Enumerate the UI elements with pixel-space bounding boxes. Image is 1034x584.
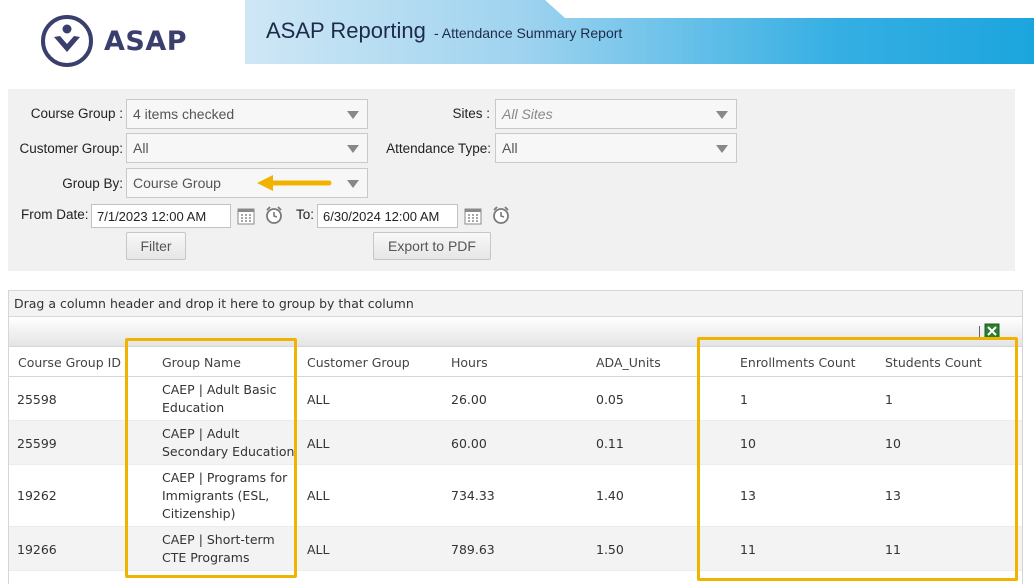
group-drop-area[interactable]: Drag a column header and drop it here to… — [9, 291, 1022, 317]
cell-hours: 789.63 — [451, 542, 495, 557]
sites-select[interactable]: All Sites — [495, 99, 737, 129]
cell-ada-units: 1.40 — [596, 488, 624, 503]
page-title: ASAP Reporting — [266, 18, 426, 43]
page-subtitle: - Attendance Summary Report — [434, 25, 623, 41]
from-date-input[interactable]: 7/1/2023 12:00 AM — [91, 204, 231, 228]
cell-ada-units: 1.50 — [596, 542, 624, 557]
cell-course-group-id: 25598 — [17, 392, 57, 407]
highlight-box-group-name — [125, 338, 297, 578]
attendance-type-select[interactable]: All — [495, 133, 737, 163]
customer-group-select[interactable]: All — [126, 133, 368, 163]
calendar-icon[interactable] — [463, 206, 483, 226]
cell-customer-group: ALL — [307, 542, 330, 557]
cell-hours: 60.00 — [451, 436, 487, 451]
column-header-course-group-id[interactable]: Course Group ID — [18, 355, 121, 370]
cell-customer-group: ALL — [307, 392, 330, 407]
dropdown-caret-icon — [716, 145, 728, 153]
customer-group-label: Customer Group: — [19, 141, 123, 156]
column-header-ada-units[interactable]: ADA_Units — [596, 355, 661, 370]
cell-course-group-id: 19262 — [17, 488, 57, 503]
cell-ada-units: 0.11 — [596, 436, 624, 451]
dropdown-caret-icon — [716, 111, 728, 119]
dropdown-caret-icon — [347, 145, 359, 153]
cell-customer-group: ALL — [307, 436, 330, 451]
course-group-select[interactable]: 4 items checked — [126, 99, 368, 129]
to-date-input[interactable]: 6/30/2024 12:00 AM — [317, 204, 458, 228]
highlight-box-counts — [697, 337, 1018, 581]
column-header-customer-group[interactable]: Customer Group — [307, 355, 410, 370]
logo-text: ASAP — [104, 25, 188, 57]
calendar-icon[interactable] — [236, 206, 256, 226]
cell-hours: 734.33 — [451, 488, 495, 503]
asap-logo: ASAP — [40, 14, 200, 68]
clock-icon[interactable] — [491, 205, 511, 225]
group-by-label: Group By: — [62, 176, 123, 191]
export-pdf-button[interactable]: Export to PDF — [373, 232, 491, 260]
filter-button[interactable]: Filter — [126, 232, 186, 260]
heart-logo-icon — [41, 15, 93, 67]
arrow-annotation-icon — [257, 175, 332, 191]
cell-customer-group: ALL — [307, 488, 330, 503]
column-header-hours[interactable]: Hours — [451, 355, 488, 370]
cell-course-group-id: 25599 — [17, 436, 57, 451]
course-group-label: Course Group : — [30, 106, 123, 121]
dropdown-caret-icon — [347, 180, 359, 188]
dropdown-caret-icon — [347, 111, 359, 119]
cell-hours: 26.00 — [451, 392, 487, 407]
attendance-type-label: Attendance Type: — [386, 141, 491, 156]
from-date-label: From Date: — [21, 207, 89, 222]
sites-label: Sites : — [452, 106, 490, 121]
to-date-label: To: — [296, 207, 315, 222]
clock-icon[interactable] — [264, 205, 284, 225]
cell-ada-units: 0.05 — [596, 392, 624, 407]
cell-course-group-id: 19266 — [17, 542, 57, 557]
